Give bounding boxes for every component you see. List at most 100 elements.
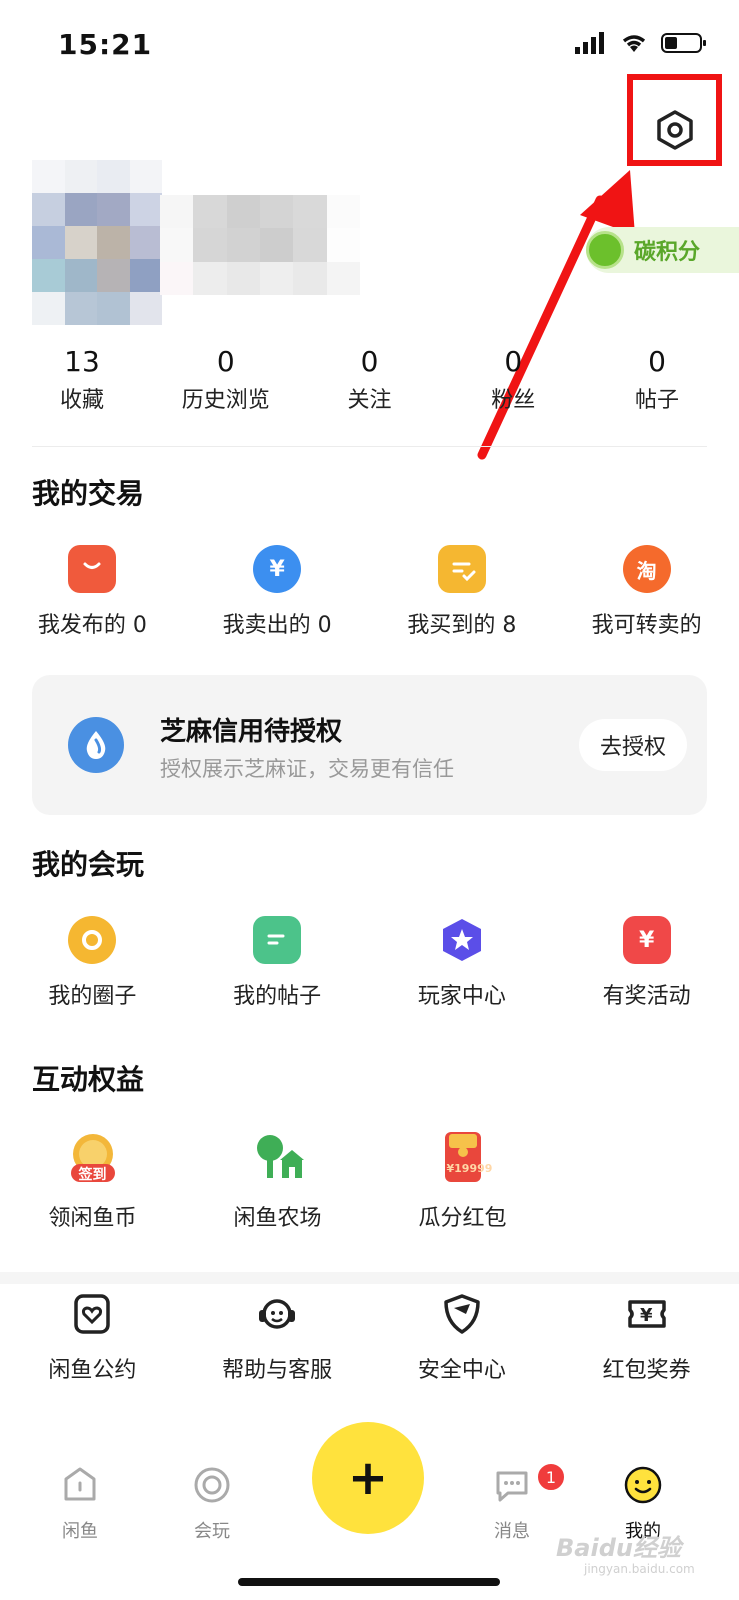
play-prize-events[interactable]: ¥ 有奖活动 — [554, 916, 739, 1010]
order-check-icon — [437, 545, 486, 593]
trade-sold[interactable]: ¥ 我卖出的 0 — [185, 545, 370, 639]
shield-icon — [438, 1290, 486, 1338]
stat-label: 关注 — [347, 388, 392, 413]
battery-icon — [661, 33, 706, 53]
section-title-play: 我的会玩 — [32, 848, 145, 881]
carbon-points-button[interactable]: 碳积分 — [586, 227, 739, 273]
zhima-title: 芝麻信用待授权 — [160, 717, 343, 747]
trade-published-label: 我发布的 0 — [37, 613, 147, 638]
message-count-badge: 1 — [536, 1462, 566, 1492]
stat-posts[interactable]: 0 帖子 — [587, 345, 727, 414]
service-coupons-label: 红包奖券 — [602, 1358, 691, 1383]
tab-home-label: 闲鱼 — [62, 1521, 98, 1542]
checkin-coin-icon: 签到 — [65, 1130, 121, 1186]
stat-value: 13 — [64, 345, 100, 378]
rights-farm-label: 闲鱼农场 — [233, 1206, 322, 1231]
rights-coins[interactable]: 签到 领闲鱼币 — [0, 1130, 185, 1232]
stat-label: 帖子 — [634, 388, 679, 413]
service-security-label: 安全中心 — [417, 1358, 506, 1383]
stat-followers[interactable]: 0 粉丝 — [443, 345, 583, 414]
play-circle-icon — [194, 1467, 230, 1503]
trade-grid: 我发布的 0 ¥ 我卖出的 0 我买到的 8 淘 我可转卖的 — [0, 545, 739, 639]
stat-label: 收藏 — [59, 388, 104, 413]
zhima-subtitle: 授权展示芝麻证，交易更有信任 — [160, 757, 454, 781]
service-convention-label: 闲鱼公约 — [48, 1358, 137, 1383]
stat-value: 0 — [216, 345, 235, 378]
farm-house-icon — [250, 1130, 306, 1186]
play-player-center[interactable]: 玩家中心 — [370, 916, 555, 1010]
stat-favorites[interactable]: 13 收藏 — [12, 345, 152, 414]
signal-icon — [575, 32, 604, 54]
star-hexagon-icon — [438, 916, 486, 964]
divider — [32, 446, 707, 447]
yen-circle-icon: ¥ — [253, 545, 302, 593]
service-convention[interactable]: 闲鱼公约 — [0, 1290, 185, 1384]
rights-farm[interactable]: 闲鱼农场 — [185, 1130, 370, 1232]
zhima-logo-icon — [68, 717, 124, 773]
highlight-box — [627, 74, 722, 166]
red-packet-amount: ¥19999 — [446, 1162, 493, 1175]
watermark: Baidu经验 — [556, 1534, 681, 1562]
publish-button[interactable]: + — [312, 1422, 424, 1534]
trade-published[interactable]: 我发布的 0 — [0, 545, 185, 639]
shopping-bag-icon — [68, 545, 117, 593]
heart-document-icon — [68, 1290, 116, 1338]
tab-messages-label: 消息 — [494, 1521, 530, 1542]
stat-label: 粉丝 — [491, 388, 536, 413]
avatar[interactable] — [32, 160, 162, 325]
checkin-badge: 签到 — [78, 1167, 107, 1183]
play-posts[interactable]: 我的帖子 — [185, 916, 370, 1010]
trade-resellable[interactable]: 淘 我可转卖的 — [554, 545, 739, 639]
rights-red-packet-label: 瓜分红包 — [418, 1206, 507, 1231]
rights-grid: 签到 领闲鱼币 闲鱼农场 ¥19999 瓜分红包 — [0, 1130, 739, 1232]
leaf-icon — [586, 231, 624, 269]
watermark-url: jingyan.baidu.com — [584, 1562, 695, 1576]
carbon-points-label: 碳积分 — [634, 240, 701, 265]
section-title-trade: 我的交易 — [32, 477, 145, 510]
trade-bought-label: 我买到的 8 — [407, 613, 517, 638]
status-time: 15:21 — [58, 28, 153, 61]
stat-following[interactable]: 0 关注 — [300, 345, 440, 414]
status-icons — [575, 32, 707, 54]
smile-icon — [624, 1466, 662, 1504]
play-circles[interactable]: 我的圈子 — [0, 916, 185, 1010]
circle-icon — [68, 916, 117, 964]
trade-resellable-label: 我可转卖的 — [591, 613, 702, 638]
services-grid: 闲鱼公约 帮助与客服 安全中心 ¥ 红包奖券 — [0, 1290, 739, 1384]
stats-row: 13 收藏 0 历史浏览 0 关注 0 粉丝 0 帖子 — [0, 345, 739, 414]
post-icon — [253, 916, 302, 964]
username — [160, 195, 360, 295]
stat-label: 历史浏览 — [181, 388, 270, 413]
tab-play[interactable]: 会玩 — [172, 1465, 252, 1543]
stat-value: 0 — [504, 345, 523, 378]
red-packet-icon: ¥19999 — [435, 1130, 493, 1186]
stat-history[interactable]: 0 历史浏览 — [156, 345, 296, 414]
service-help-label: 帮助与客服 — [222, 1358, 333, 1383]
rights-red-packet[interactable]: ¥19999 瓜分红包 — [370, 1130, 555, 1232]
play-grid: 我的圈子 我的帖子 玩家中心 ¥ 有奖活动 — [0, 916, 739, 1010]
play-player-center-label: 玩家中心 — [417, 984, 506, 1009]
section-separator — [0, 1272, 739, 1284]
rights-coins-label: 领闲鱼币 — [48, 1206, 137, 1231]
headset-icon — [253, 1290, 301, 1338]
home-icon — [64, 1467, 96, 1501]
message-icon — [496, 1471, 528, 1502]
play-prize-events-label: 有奖活动 — [602, 984, 691, 1009]
prize-yen-icon: ¥ — [622, 916, 671, 964]
tab-home[interactable]: 闲鱼 — [40, 1465, 120, 1543]
wifi-icon — [622, 35, 646, 52]
section-title-rights: 互动权益 — [32, 1063, 145, 1096]
home-indicator[interactable] — [238, 1578, 500, 1586]
service-help[interactable]: 帮助与客服 — [185, 1290, 370, 1384]
annotation-arrow — [477, 170, 635, 460]
trade-bought[interactable]: 我买到的 8 — [370, 545, 555, 639]
play-circles-label: 我的圈子 — [48, 984, 137, 1009]
service-coupons[interactable]: ¥ 红包奖券 — [554, 1290, 739, 1384]
zhima-credit-card[interactable]: 芝麻信用待授权 授权展示芝麻证，交易更有信任 去授权 — [32, 675, 707, 815]
authorize-button[interactable]: 去授权 — [579, 719, 687, 771]
taobao-icon: 淘 — [622, 545, 671, 593]
coupon-icon: ¥ — [623, 1290, 671, 1338]
svg-text:¥: ¥ — [640, 1305, 653, 1326]
service-security[interactable]: 安全中心 — [370, 1290, 555, 1384]
trade-sold-label: 我卖出的 0 — [222, 613, 332, 638]
